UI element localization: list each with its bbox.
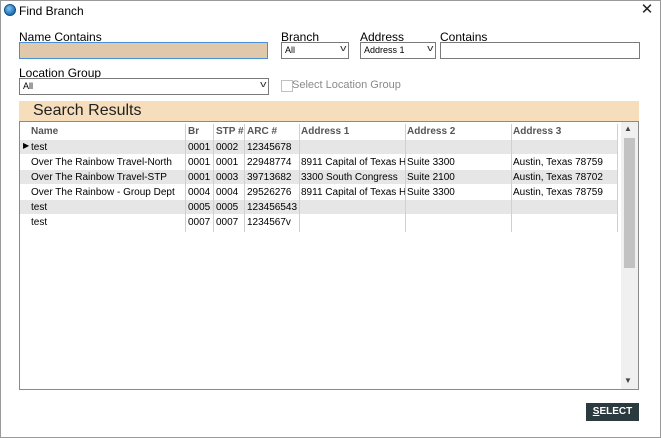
cell-arc: 123456543 <box>247 202 297 213</box>
column-divider <box>617 124 618 232</box>
location-group-select[interactable]: All v <box>19 78 269 95</box>
cell-arc: 12345678 <box>247 142 292 153</box>
table-row[interactable]: ▶ test 0001 0002 12345678 <box>20 140 617 155</box>
cell-br: 0004 <box>188 187 211 198</box>
cell-address3 <box>513 201 617 214</box>
chevron-down-icon: v <box>259 79 266 89</box>
table-row[interactable]: Over The Rainbow Travel-STP 0001 0003 39713… <box>20 170 617 185</box>
column-header-br[interactable]: Br <box>188 125 214 138</box>
chevron-down-icon: v <box>339 43 346 53</box>
cell-name: Over The Rainbow Travel-STP <box>31 172 167 183</box>
cell-arc: 22948774 <box>247 157 292 168</box>
column-header-stp[interactable]: STP # <box>216 125 244 138</box>
cell-address3: Austin, Texas 78702 <box>513 172 603 183</box>
table-row[interactable]: Over The Rainbow Travel-North 0001 0001 229… <box>20 155 617 170</box>
column-divider <box>299 124 300 232</box>
column-divider <box>405 124 406 232</box>
grid-header-row: Name Br STP # ARC # Address 1 Address 2 … <box>20 124 617 140</box>
scroll-down-arrow-icon[interactable]: ▼ <box>624 376 632 385</box>
column-header-arc[interactable]: ARC # <box>247 125 297 138</box>
cell-stp: 0005 <box>216 202 239 213</box>
table-row[interactable]: test 0007 0007 1234567v <box>20 215 617 230</box>
address-select-value: Address 1 <box>364 45 405 55</box>
address-select[interactable]: Address 1 v <box>360 42 436 59</box>
branch-select-value: All <box>285 45 296 55</box>
search-results-header: Search Results <box>19 101 639 121</box>
table-row[interactable]: Over The Rainbow - Group Dept 0004 0004 295… <box>20 185 617 200</box>
column-divider <box>511 124 512 232</box>
cell-stp: 0003 <box>216 172 239 183</box>
cell-name: test <box>31 142 48 153</box>
cell-name: test <box>31 202 48 213</box>
cell-address1 <box>301 201 405 214</box>
column-divider <box>244 124 245 232</box>
cell-address3 <box>513 216 617 229</box>
table-row[interactable]: test 0005 0005 123456543 <box>20 200 617 215</box>
cell-br: 0001 <box>188 172 211 183</box>
results-grid[interactable]: Name Br STP # ARC # Address 1 Address 2 … <box>19 121 639 390</box>
cell-br: 0001 <box>188 157 211 168</box>
window-title: Find Branch <box>19 4 84 18</box>
column-divider <box>185 124 186 232</box>
cell-name: test <box>31 217 48 228</box>
cell-address1: 8911 Capital of Texas Hw <box>301 157 405 168</box>
cell-address3: Austin, Texas 78759 <box>513 157 603 168</box>
scroll-up-arrow-icon[interactable]: ▲ <box>624 124 632 133</box>
cell-stp: 0004 <box>216 187 239 198</box>
globe-icon <box>4 4 16 16</box>
cell-name: Over The Rainbow - Group Dept <box>31 187 175 198</box>
cell-arc: 39713682 <box>247 172 292 183</box>
column-header-address3[interactable]: Address 3 <box>513 125 613 138</box>
cell-stp: 0007 <box>216 217 239 228</box>
close-icon[interactable]: ✕ <box>640 2 654 18</box>
location-group-select-value: All <box>23 81 34 91</box>
cell-address2 <box>407 201 511 214</box>
select-button-label: ELECT <box>599 406 633 417</box>
cell-address1 <box>301 216 405 229</box>
branch-select[interactable]: All v <box>281 42 349 59</box>
scrollbar-thumb[interactable] <box>624 138 635 268</box>
cell-address1: 3300 South Congress <box>301 172 398 183</box>
cell-stp: 0001 <box>216 157 239 168</box>
select-button[interactable]: SELECT <box>586 403 639 421</box>
cell-name: Over The Rainbow Travel-North <box>31 157 172 168</box>
contains-input[interactable] <box>440 42 640 59</box>
vertical-scrollbar[interactable]: ▲ ▼ <box>621 122 638 389</box>
cell-arc: 29526276 <box>247 187 292 198</box>
cell-address2 <box>407 141 511 154</box>
cell-address2: Suite 3300 <box>407 187 455 198</box>
search-results-title: Search Results <box>33 102 142 119</box>
cell-address2: Suite 3300 <box>407 157 455 168</box>
select-location-group-label: Select Location Group <box>292 79 401 91</box>
column-header-address2[interactable]: Address 2 <box>407 125 507 138</box>
cell-address2 <box>407 216 511 229</box>
name-contains-input[interactable] <box>19 42 268 59</box>
cell-address1: 8911 Capital of Texas Hw <box>301 187 405 198</box>
cell-address2: Suite 2100 <box>407 172 455 183</box>
column-header-name[interactable]: Name <box>31 125 181 138</box>
column-header-address1[interactable]: Address 1 <box>301 125 401 138</box>
title-bar: Find Branch ✕ <box>1 1 660 21</box>
cell-br: 0007 <box>188 217 211 228</box>
cell-address3: Austin, Texas 78759 <box>513 187 603 198</box>
column-divider <box>213 124 214 232</box>
cell-address3 <box>513 141 617 154</box>
cell-br: 0001 <box>188 142 211 153</box>
cell-stp: 0002 <box>216 142 239 153</box>
cell-arc: 1234567v <box>247 217 291 228</box>
chevron-down-icon: v <box>426 43 433 53</box>
cell-br: 0005 <box>188 202 211 213</box>
cell-address1 <box>301 141 405 154</box>
current-row-arrow-icon: ▶ <box>23 141 30 150</box>
